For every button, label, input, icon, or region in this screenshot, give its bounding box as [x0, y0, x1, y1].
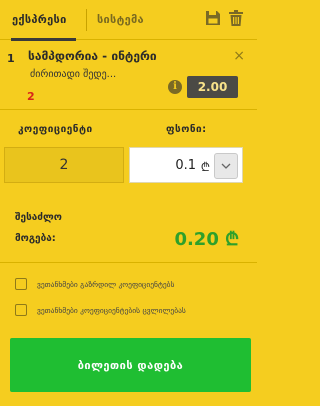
- lari-currency-icon: ₾: [200, 160, 210, 174]
- tab-express[interactable]: ექსპრესი: [0, 0, 86, 41]
- betslip-tabs: ექსპრესი სისტემა: [0, 0, 257, 41]
- bet-item-index: 1: [7, 52, 15, 65]
- close-icon[interactable]: ×: [233, 49, 245, 63]
- stake-value[interactable]: 0.1: [175, 158, 196, 173]
- save-icon[interactable]: [205, 10, 221, 26]
- accept-higher-odds-checkbox[interactable]: [15, 278, 27, 290]
- stake-dropdown-button[interactable]: [214, 153, 238, 179]
- accept-odds-change-option[interactable]: ვეთანხმები კოეფიციენტების ცვლილებას: [15, 304, 186, 316]
- bet-item-market: ძირითადი შედე...: [30, 69, 117, 80]
- accept-higher-odds-option[interactable]: ვეთანხმები გაზრდილ კოეფიციენტებს: [15, 278, 174, 290]
- accept-odds-change-label[interactable]: ვეთანხმები კოეფიციენტების ცვლილებას: [37, 306, 186, 315]
- stake-input[interactable]: 0.1 ₾: [129, 147, 243, 183]
- coefficient-value: 2: [59, 157, 69, 173]
- payout-label-line1: შესაძლო: [15, 212, 62, 223]
- accept-odds-change-checkbox[interactable]: [15, 304, 27, 316]
- trash-icon[interactable]: [229, 10, 243, 26]
- bet-item-odds: 2.00: [187, 76, 238, 98]
- coefficient-value-box: 2: [4, 147, 124, 183]
- payout-value: 0.20 ₾: [174, 229, 239, 250]
- place-bet-button[interactable]: ბილეთის დადება: [10, 338, 251, 392]
- divider: [0, 109, 257, 110]
- bet-item-match: სამპდორია - ინტერი: [28, 49, 157, 63]
- tab-system-label: სისტემა: [97, 13, 144, 26]
- bet-item-count: 2: [27, 90, 35, 103]
- coefficient-label: კოეფიციენტი: [18, 124, 93, 135]
- place-bet-label: ბილეთის დადება: [77, 358, 184, 372]
- tab-system[interactable]: სისტემა: [87, 0, 144, 40]
- betslip-tools: [205, 10, 243, 26]
- stake-label: ფსონი:: [166, 124, 207, 135]
- divider: [0, 262, 257, 263]
- payout-label-line2: მოგება:: [15, 233, 56, 244]
- chevron-down-icon: [221, 163, 231, 169]
- bet-item: 1 სამპდორია - ინტერი × ძირითადი შედე... …: [0, 44, 257, 106]
- info-icon[interactable]: i: [168, 80, 182, 94]
- accept-higher-odds-label[interactable]: ვეთანხმები გაზრდილ კოეფიციენტებს: [37, 280, 174, 289]
- tab-express-label: ექსპრესი: [12, 13, 67, 26]
